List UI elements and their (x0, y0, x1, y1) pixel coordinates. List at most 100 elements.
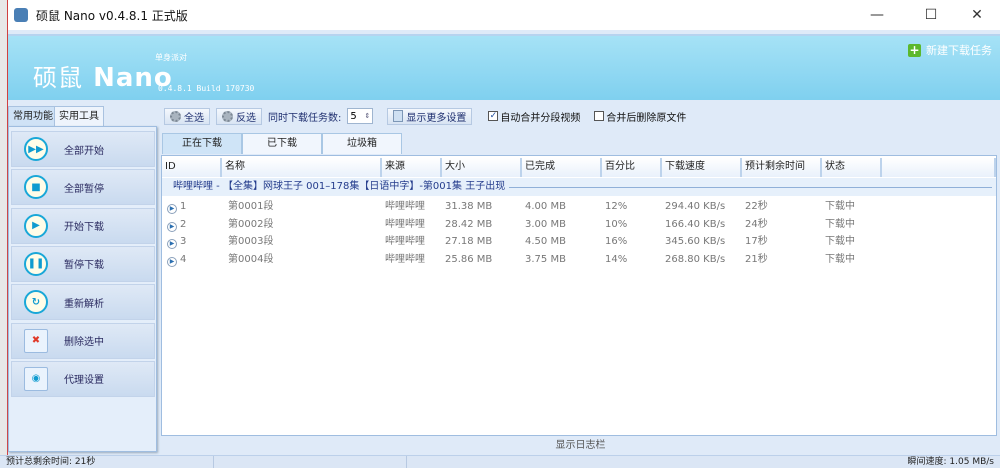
plus-icon: + (908, 42, 921, 57)
cell-value: 21秒 (745, 253, 768, 265)
cell-value: 第0003段 (228, 236, 274, 247)
table-cell: 哔哩哔哩 (382, 251, 442, 268)
cell-value: 22秒 (745, 201, 768, 212)
status-segment (214, 456, 407, 468)
logo: 硕鼠 Nano (33, 58, 173, 93)
table-row[interactable]: ▶ 1 第0001段 哔哩哔哩 31.38 MB 4.00 MB 12% 294.40 KB/… (162, 198, 996, 215)
column-header[interactable]: 大小 (442, 158, 522, 177)
table-cell: ▶ 1 (162, 198, 222, 215)
table-row[interactable]: ▶ 4 第0004段 哔哩哔哩 25.86 MB 3.75 MB 14% 268.80 KB/… (162, 251, 996, 268)
fast-forward-icon: ▶▶ (24, 137, 48, 161)
close-button[interactable]: ✕ (954, 0, 1000, 30)
left-panel: ▶▶ 全部开始 ■ 全部暂停 ▶ 开始下载 ❚❚ 暂停下载 ↻ 重新解析 ✖ 删除选中 ◉ 代理设置 (8, 126, 157, 452)
globe-icon: ◉ (24, 366, 48, 391)
action-button-pause[interactable]: ❚❚ 暂停下载 (11, 245, 155, 282)
table-cell: 下载中 (822, 251, 882, 268)
cell-value: 下载中 (825, 236, 855, 247)
background-window-edge (0, 0, 8, 468)
more-settings-button[interactable]: 显示更多设置 (387, 107, 473, 125)
table-cell: 第0003段 (222, 233, 382, 250)
logo-cn: 硕鼠 (33, 64, 83, 92)
status-bar: 预计总剩余时间: 21秒 瞬间速度: 1.05 MB/s (0, 455, 1000, 468)
column-header[interactable]: 下载速度 (662, 158, 742, 177)
select-all-label: 全选 (184, 112, 204, 124)
group-title: 哔哩哔哩 - 【全集】网球王子 001–178集【日语中字】-第001集 王子出… (173, 181, 506, 192)
play-icon: ▶ (24, 213, 48, 238)
document-icon (393, 110, 404, 122)
action-label: 重新解析 (64, 298, 104, 310)
column-header[interactable]: 状态 (822, 158, 882, 177)
new-task-button[interactable]: + 新建下载任务 (908, 42, 992, 58)
column-header[interactable]: 预计剩余时间 (742, 158, 822, 177)
column-header[interactable]: 名称 (222, 158, 382, 177)
table-cell: 下载中 (822, 233, 882, 250)
table-cell: 哔哩哔哩 (382, 216, 442, 233)
gear-icon (170, 110, 181, 122)
action-button-refresh[interactable]: ↻ 重新解析 (11, 284, 155, 321)
group-row[interactable]: 哔哩哔哩 - 【全集】网球王子 001–178集【日语中字】-第001集 王子出… (162, 178, 996, 196)
tab-trash[interactable]: 垃圾箱 (322, 133, 402, 154)
action-button-stop[interactable]: ■ 全部暂停 (11, 169, 155, 206)
table-cell: 3.00 MB (522, 216, 602, 233)
action-button-play[interactable]: ▶ 开始下载 (11, 207, 155, 244)
action-button-delete[interactable]: ✖ 删除选中 (11, 322, 155, 359)
cell-value: 下载中 (825, 201, 855, 212)
table-cell: 3.75 MB (522, 251, 602, 268)
tab-downloaded[interactable]: 已下载 (242, 133, 322, 154)
concurrent-stepper[interactable]: 5 ⇕ (347, 108, 374, 124)
cell-value: 第0004段 (228, 253, 274, 265)
column-header-filler (882, 158, 996, 177)
select-all-button[interactable]: 全选 (164, 107, 210, 125)
tab-common-functions[interactable]: 常用功能 (8, 106, 58, 127)
minimize-button[interactable]: — (854, 0, 900, 30)
action-label: 删除选中 (64, 337, 104, 348)
column-header[interactable]: ID (162, 158, 222, 177)
play-icon[interactable]: ▶ (167, 239, 177, 249)
invert-selection-button[interactable]: 反选 (216, 107, 262, 125)
table-cell: 哔哩哔哩 (382, 233, 442, 250)
delete-icon: ✖ (24, 328, 48, 353)
new-task-label: 新建下载任务 (926, 44, 992, 57)
maximize-button[interactable]: ☐ (908, 0, 954, 30)
column-header[interactable]: 已完成 (522, 158, 602, 177)
cell-value: 16% (605, 236, 628, 247)
table-cell: ▶ 3 (162, 233, 222, 250)
cell-value: 下载中 (825, 253, 855, 265)
table-cell: 4.00 MB (522, 198, 602, 215)
app-icon (14, 8, 28, 22)
cell-value: 10% (605, 218, 628, 230)
action-label: 暂停下载 (64, 260, 104, 272)
auto-merge-checkbox[interactable]: ✓ 自动合并分段视频 (488, 109, 580, 124)
cell-value: 哔哩哔哩 (385, 218, 425, 230)
table-cell: 28.42 MB (442, 216, 522, 233)
cell-value: 哔哩哔哩 (385, 236, 425, 247)
action-button-fast-forward[interactable]: ▶▶ 全部开始 (11, 131, 155, 167)
action-label: 代理设置 (64, 375, 104, 387)
build-version: 0.4.8.1 Build 170730 (158, 84, 255, 93)
cell-value: 下载中 (825, 218, 855, 230)
play-icon[interactable]: ▶ (167, 256, 177, 267)
table-cell: 12% (602, 198, 662, 215)
action-label: 全部开始 (64, 145, 104, 157)
table-cell: 294.40 KB/s (662, 198, 742, 215)
cell-value: 4 (180, 253, 187, 265)
delete-after-merge-checkbox[interactable]: 合并后删除原文件 (594, 109, 686, 124)
table-row[interactable]: ▶ 3 第0003段 哔哩哔哩 27.18 MB 4.50 MB 16% 345.60 KB/… (162, 233, 996, 250)
column-header[interactable]: 百分比 (602, 158, 662, 177)
table-cell: 166.40 KB/s (662, 216, 742, 233)
tab-downloading[interactable]: 正在下载 (162, 133, 242, 154)
cell-value: 3 (180, 236, 187, 247)
action-button-globe[interactable]: ◉ 代理设置 (11, 360, 155, 397)
play-icon[interactable]: ▶ (167, 204, 177, 214)
toolbar: 全选 反选 同时下载任务数: 5 ⇕ 显示更多设置 ✓ 自动合并分段视频 合并后删除… (164, 107, 686, 125)
tab-utilities[interactable]: 实用工具 (54, 106, 104, 127)
remaining-time: 预计总剩余时间: 21秒 (0, 456, 214, 468)
table-row[interactable]: ▶ 2 第0002段 哔哩哔哩 28.42 MB 3.00 MB 10% 166.40 KB/… (162, 216, 996, 233)
show-log-bar-button[interactable]: 显示日志栏 (161, 437, 1000, 455)
play-icon[interactable]: ▶ (167, 221, 177, 232)
cell-value: 4.50 MB (525, 236, 566, 247)
table-cell: 16% (602, 233, 662, 250)
spinner-arrows-icon[interactable]: ⇕ (365, 112, 371, 120)
column-header[interactable]: 来源 (382, 158, 442, 177)
table-cell: 268.80 KB/s (662, 251, 742, 268)
